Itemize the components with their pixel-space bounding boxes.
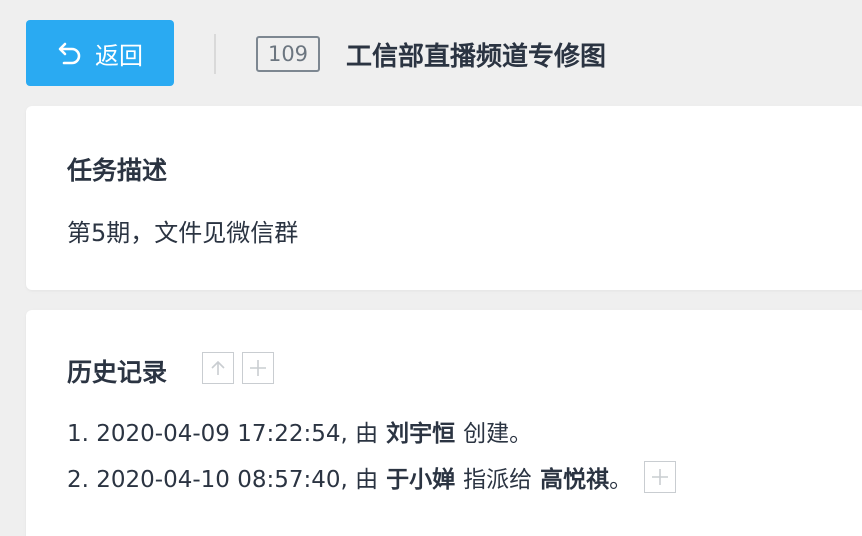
history-entry-target: 高悦祺 (540, 467, 610, 493)
back-arrow-icon (58, 42, 81, 65)
page-title: 工信部直播频道专修图 (346, 41, 607, 72)
history-entry-action: 创建。 (463, 421, 533, 447)
history-entry-prefix: 2. 2020-04-10 08:57:40, 由 (67, 467, 379, 493)
page-header: 返回 109 工信部直播频道专修图 (0, 0, 862, 106)
arrow-up-icon (211, 360, 225, 375)
description-text: 第5期，文件见微信群 (67, 219, 299, 247)
description-card: 任务描述 第5期，文件见微信群 (26, 106, 862, 290)
history-entry: 1. 2020-04-09 17:22:54, 由 刘宇恒 创建。 (67, 414, 532, 448)
history-entry-actor: 刘宇恒 (386, 421, 456, 447)
history-entry: 2. 2020-04-10 08:57:40, 由 于小婵 指派给 高悦祺 。 (67, 460, 677, 494)
history-entry-actor: 于小婵 (386, 467, 456, 493)
history-title: 历史记录 (67, 358, 168, 387)
collapse-history-button[interactable] (202, 352, 234, 384)
task-id-badge: 109 (256, 36, 320, 72)
back-button[interactable]: 返回 (26, 20, 174, 86)
plus-icon (652, 469, 669, 485)
header-divider (214, 34, 216, 74)
history-entry-suffix: 。 (609, 467, 633, 493)
add-entry-button[interactable] (644, 461, 677, 493)
plus-icon (250, 360, 266, 376)
history-entry-action: 指派给 (463, 467, 533, 493)
history-card: 历史记录 1. 2020-04-09 17:22:54, 由 刘宇恒 创建。 2… (26, 310, 862, 536)
history-entry-prefix: 1. 2020-04-09 17:22:54, 由 (67, 421, 379, 447)
back-button-label: 返回 (95, 41, 143, 70)
description-title: 任务描述 (67, 156, 168, 185)
add-history-button[interactable] (242, 352, 274, 384)
